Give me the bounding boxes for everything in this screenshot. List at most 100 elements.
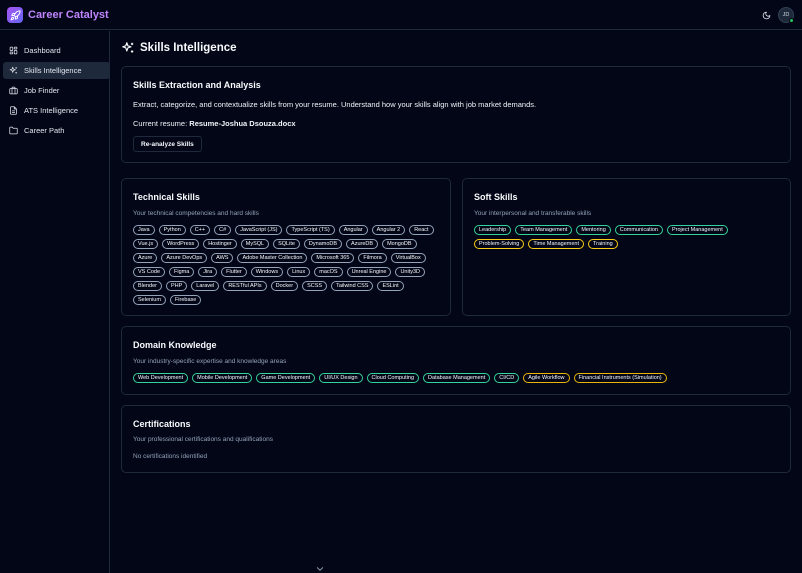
- sidebar-item-ats-intelligence[interactable]: ATS Intelligence: [3, 102, 110, 119]
- skill-chip: Cloud Computing: [366, 373, 420, 383]
- skill-chip: Time Management: [528, 239, 585, 249]
- skill-chip: WordPress: [162, 239, 200, 249]
- skill-chip: SQLite: [273, 239, 300, 249]
- skill-chip: C++: [189, 225, 211, 235]
- certifications-subtitle: Your professional certifications and qua…: [133, 436, 273, 443]
- sparkles-icon: [121, 41, 135, 55]
- skill-chip: RESTful APIs: [223, 281, 267, 291]
- domain-knowledge-list: Web Development Mobile Development Game De…: [133, 373, 773, 383]
- skill-chip: PHP: [165, 281, 188, 291]
- skill-chip: Figma: [169, 267, 195, 277]
- reanalyze-skills-button[interactable]: Re-analyze Skills: [133, 136, 202, 152]
- skill-chip: MySQL: [240, 239, 270, 249]
- skill-chip: Flutter: [221, 267, 247, 277]
- skill-chip: Agile Workflow: [523, 373, 570, 383]
- skill-chip: MongoDB: [382, 239, 417, 249]
- skill-chip: Problem-Solving: [474, 239, 525, 249]
- skill-chip: Firebase: [169, 295, 202, 305]
- skill-chip: VirtualBox: [390, 253, 426, 263]
- skill-chip: Leadership: [474, 225, 512, 235]
- skill-chip: Java: [133, 225, 155, 235]
- current-resume: Current resume: Resume-Joshua Dsouza.doc…: [133, 119, 296, 128]
- avatar[interactable]: JD: [778, 7, 794, 23]
- skill-chip: Blender: [133, 281, 162, 291]
- main-content: Skills Intelligence Skills Extraction an…: [111, 31, 802, 573]
- sidebar-item-label: Career Path: [24, 126, 65, 135]
- skill-chip: macOS: [314, 267, 343, 277]
- certifications-title: Certifications: [133, 419, 191, 429]
- sidebar-item-label: Skills Intelligence: [24, 66, 82, 75]
- skill-chip: Windows: [250, 267, 284, 277]
- skill-chip: Azure: [133, 253, 158, 263]
- skill-chip: Project Management: [667, 225, 728, 235]
- chevron-down-icon[interactable]: [315, 564, 325, 573]
- folder-icon: [8, 126, 18, 136]
- sidebar-item-dashboard[interactable]: Dashboard: [3, 42, 110, 59]
- soft-skills-list: Leadership Team Management Mentoring Commun…: [474, 225, 774, 249]
- skill-chip: Angular: [338, 225, 368, 235]
- skill-chip: C#: [214, 225, 232, 235]
- skill-chip: Financial Instruments (Simulation): [573, 373, 667, 383]
- skill-chip: CI/CD: [494, 373, 520, 383]
- skill-chip: Communication: [614, 225, 663, 235]
- certifications-card: Certifications Your professional certifi…: [121, 405, 791, 473]
- skill-chip: Team Management: [515, 225, 573, 235]
- analysis-card: Skills Extraction and Analysis Extract, …: [121, 66, 791, 163]
- skill-chip: Database Management: [423, 373, 491, 383]
- skill-chip: Mentoring: [576, 225, 611, 235]
- soft-skills-subtitle: Your interpersonal and transferable skil…: [474, 210, 592, 217]
- sparkles-icon: [8, 66, 18, 76]
- top-bar: Career Catalyst JD: [0, 0, 802, 30]
- current-resume-file: Resume-Joshua Dsouza.docx: [189, 119, 296, 128]
- sidebar-item-job-finder[interactable]: Job Finder: [3, 82, 110, 99]
- brand[interactable]: Career Catalyst: [7, 7, 109, 23]
- briefcase-icon: [8, 86, 18, 96]
- skill-chip: Vue.js: [133, 239, 159, 249]
- skill-chip: Web Development: [133, 373, 189, 383]
- sidebar-item-label: Dashboard: [24, 46, 61, 55]
- soft-skills-title: Soft Skills: [474, 192, 518, 202]
- skill-chip: Tailwind CSS: [331, 281, 374, 291]
- skill-chip: DynamoDB: [303, 239, 343, 249]
- skill-chip: Unreal Engine: [346, 267, 392, 277]
- skill-chip: TypeScript (TS): [286, 225, 335, 235]
- rocket-icon: [7, 7, 23, 23]
- skill-chip: Microsoft 365: [311, 253, 355, 263]
- app-name: Career Catalyst: [28, 9, 109, 21]
- skill-chip: Docker: [270, 281, 299, 291]
- skill-chip: Python: [158, 225, 186, 235]
- skill-chip: Selenium: [133, 295, 166, 305]
- sidebar-item-career-path[interactable]: Career Path: [3, 122, 110, 139]
- skill-chip: Game Development: [256, 373, 316, 383]
- skill-chip: Angular 2: [371, 225, 406, 235]
- certifications-empty-text: No certifications identified: [133, 453, 208, 460]
- page-title-text: Skills Intelligence: [140, 42, 237, 54]
- page-title: Skills Intelligence: [121, 41, 237, 55]
- technical-skills-list: Java Python C++ C# JavaScript (JS) TypeScript…: [133, 225, 438, 305]
- skill-chip: Linux: [287, 267, 311, 277]
- skill-chip: JavaScript (JS): [235, 225, 283, 235]
- skill-chip: VS Code: [133, 267, 166, 277]
- skill-chip: Laravel: [191, 281, 220, 291]
- domain-knowledge-title: Domain Knowledge: [133, 340, 217, 350]
- online-status-dot: [789, 18, 794, 23]
- skill-chip: AzureDB: [346, 239, 379, 249]
- sidebar-item-skills-intelligence[interactable]: Skills Intelligence: [3, 62, 110, 79]
- technical-skills-card: Technical Skills Your technical competen…: [121, 178, 451, 316]
- sidebar-item-label: ATS Intelligence: [24, 106, 79, 115]
- technical-skills-title: Technical Skills: [133, 192, 200, 202]
- soft-skills-card: Soft Skills Your interpersonal and trans…: [462, 178, 791, 316]
- domain-knowledge-card: Domain Knowledge Your industry-specific …: [121, 326, 791, 395]
- skill-chip: Adobe Master Collection: [237, 253, 308, 263]
- skill-chip: Jira: [198, 267, 218, 277]
- current-resume-label: Current resume:: [133, 119, 188, 128]
- avatar-initials: JD: [782, 12, 790, 18]
- domain-knowledge-subtitle: Your industry-specific expertise and kno…: [133, 358, 287, 365]
- moon-icon[interactable]: [759, 8, 773, 22]
- file-icon: [8, 106, 18, 116]
- skill-chip: Training: [588, 239, 618, 249]
- skill-chip: Azure DevOps: [161, 253, 208, 263]
- skill-chip: UI/UX Design: [319, 373, 363, 383]
- skill-chip: ESLint: [377, 281, 404, 291]
- grid-icon: [8, 46, 18, 56]
